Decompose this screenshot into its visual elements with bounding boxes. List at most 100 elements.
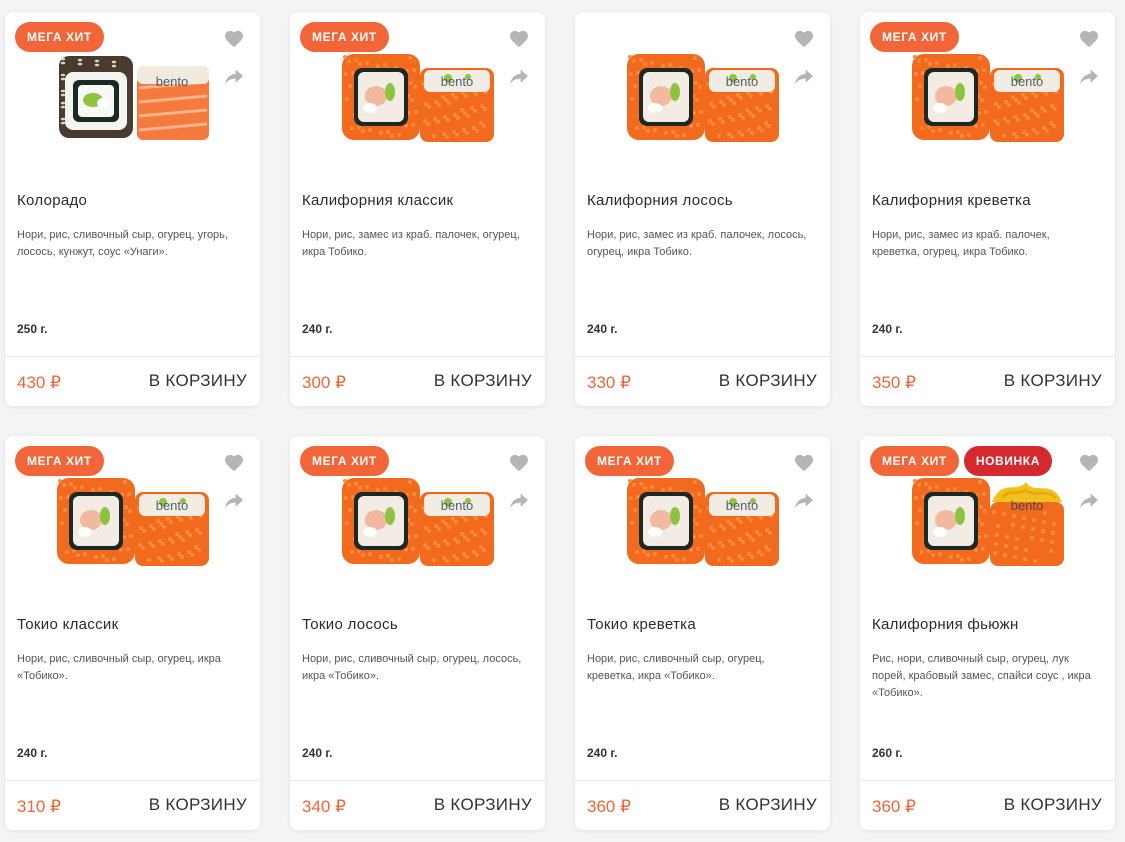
product-price: 430 ₽ [17,373,61,392]
share-icon[interactable] [794,68,814,86]
heart-icon[interactable] [1079,454,1099,472]
badge-group: МЕГА ХИТ [585,446,674,476]
mega-hit-badge: МЕГА ХИТ [300,22,389,52]
product-card[interactable]: МЕГА ХИТ bento Калифорния классик Нори, рис… [290,12,545,406]
heart-icon[interactable] [509,30,529,48]
add-to-cart-button[interactable]: В КОРЗИНУ [1004,795,1102,815]
product-description: Нори, рис, сливочный сыр, огурец, угорь,… [17,229,228,258]
product-description: Нори, рис, замес из краб. палочек, лосос… [587,229,807,258]
add-to-cart-button[interactable]: В КОРЗИНУ [719,795,817,815]
mega-hit-badge: МЕГА ХИТ [15,22,104,52]
card-actions [794,30,814,106]
product-price: 330 ₽ [587,373,631,392]
share-icon[interactable] [1079,492,1099,510]
product-card[interactable]: bento Калифорния лосось Нори, рис, замес и… [575,12,830,406]
product-title[interactable]: Калифорния классик [302,192,453,209]
product-price: 360 ₽ [872,797,916,816]
mega-hit-badge: МЕГА ХИТ [15,446,104,476]
product-price: 310 ₽ [17,797,61,816]
product-card[interactable]: МЕГА ХИТ bento Токио классик Нори, рис, сли… [5,436,260,830]
product-description: Нори, рис, замес из краб. палочек, огуре… [302,229,520,258]
badge-group: МЕГА ХИТ НОВИНКА [870,446,1052,476]
product-title[interactable]: Токио классик [17,616,118,633]
share-icon[interactable] [794,492,814,510]
product-weight: 250 г. [17,322,48,336]
product-weight: 260 г. [872,746,903,760]
bento-logo: bento [726,74,759,89]
share-icon[interactable] [1079,68,1099,86]
product-description: Нори, рис, сливочный сыр, огурец, кревет… [587,653,765,682]
product-card[interactable]: МЕГА ХИТ bento Токио креветка Нори, рис, сл… [575,436,830,830]
product-description: Нори, рис, сливочный сыр, огурец, лосось… [302,653,522,682]
heart-icon[interactable] [224,30,244,48]
product-grid: МЕГА ХИТ bento Колорадо Нори, рис, сливочны… [0,0,1125,842]
mega-hit-badge: МЕГА ХИТ [585,446,674,476]
card-divider [860,780,1115,781]
product-card[interactable]: МЕГА ХИТ bento Колорадо Нори, рис, сливочны… [5,12,260,406]
bento-logo: bento [441,74,474,89]
card-actions [224,30,244,106]
product-title[interactable]: Колорадо [17,192,87,209]
product-weight: 240 г. [302,746,333,760]
new-badge: НОВИНКА [963,446,1052,476]
product-image[interactable]: bento [336,48,498,148]
card-divider [575,780,830,781]
product-image[interactable]: bento [336,472,498,572]
product-image[interactable]: bento [906,48,1068,148]
share-icon[interactable] [509,68,529,86]
product-title[interactable]: Токио креветка [587,616,696,633]
product-image[interactable]: bento [51,48,213,148]
product-image[interactable]: bento [51,472,213,572]
badge-group: МЕГА ХИТ [15,22,104,52]
bento-logo: bento [1011,74,1044,89]
heart-icon[interactable] [794,454,814,472]
product-title[interactable]: Токио лосось [302,616,398,633]
product-price: 340 ₽ [302,797,346,816]
bento-logo: bento [156,498,189,513]
card-actions [509,30,529,106]
add-to-cart-button[interactable]: В КОРЗИНУ [149,371,247,391]
product-description: Рис, нори, сливочный сыр, огурец, лук по… [872,653,1091,699]
card-actions [1079,454,1099,530]
product-title[interactable]: Калифорния фьюжн [872,616,1019,633]
product-card[interactable]: МЕГА ХИТ НОВИНКА bento Калифорния фьюжн Рис,… [860,436,1115,830]
bento-logo: bento [1011,498,1044,513]
product-weight: 240 г. [587,746,618,760]
card-divider [290,780,545,781]
heart-icon[interactable] [794,30,814,48]
bento-logo: bento [156,74,189,89]
add-to-cart-button[interactable]: В КОРЗИНУ [149,795,247,815]
badge-group: МЕГА ХИТ [870,22,959,52]
add-to-cart-button[interactable]: В КОРЗИНУ [434,371,532,391]
card-divider [860,356,1115,357]
card-actions [1079,30,1099,106]
add-to-cart-button[interactable]: В КОРЗИНУ [719,371,817,391]
heart-icon[interactable] [509,454,529,472]
product-image[interactable]: bento [621,48,783,148]
product-image[interactable]: bento [906,472,1068,572]
share-icon[interactable] [224,492,244,510]
product-weight: 240 г. [872,322,903,336]
card-divider [5,356,260,357]
heart-icon[interactable] [224,454,244,472]
product-weight: 240 г. [302,322,333,336]
product-card[interactable]: МЕГА ХИТ bento Калифорния креветка Нори, ри… [860,12,1115,406]
share-icon[interactable] [224,68,244,86]
product-title[interactable]: Калифорния лосось [587,192,733,209]
add-to-cart-button[interactable]: В КОРЗИНУ [1004,371,1102,391]
product-price: 360 ₽ [587,797,631,816]
product-price: 350 ₽ [872,373,916,392]
share-icon[interactable] [509,492,529,510]
product-weight: 240 г. [17,746,48,760]
heart-icon[interactable] [1079,30,1099,48]
product-image[interactable]: bento [621,472,783,572]
product-title[interactable]: Калифорния креветка [872,192,1031,209]
mega-hit-badge: МЕГА ХИТ [300,446,389,476]
card-actions [509,454,529,530]
mega-hit-badge: МЕГА ХИТ [870,446,959,476]
product-price: 300 ₽ [302,373,346,392]
product-card[interactable]: МЕГА ХИТ bento Токио лосось Нори, рис, слив… [290,436,545,830]
badge-group: МЕГА ХИТ [300,446,389,476]
add-to-cart-button[interactable]: В КОРЗИНУ [434,795,532,815]
bento-logo: bento [441,498,474,513]
